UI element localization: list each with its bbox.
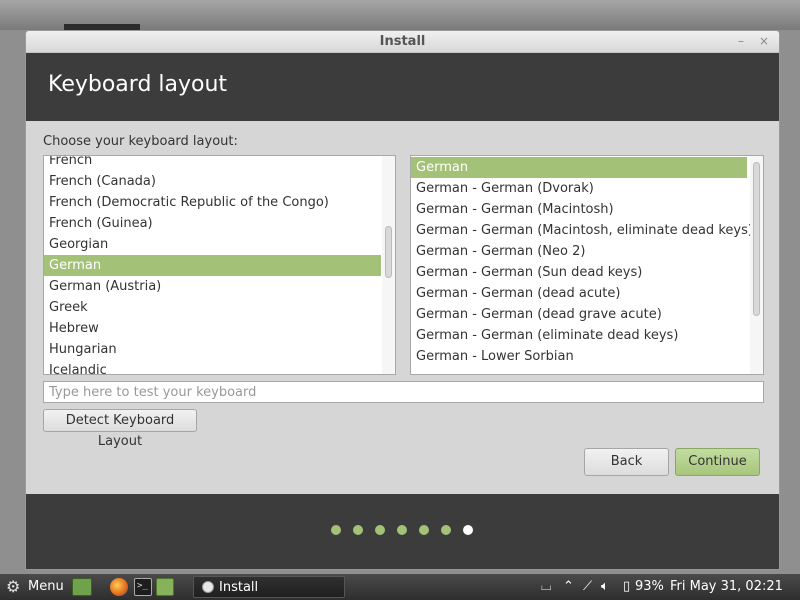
layout-list: French French (Canada) French (Democratic …	[43, 155, 396, 375]
list-item[interactable]: German - German (Macintosh, eliminate de…	[411, 220, 753, 241]
list-item[interactable]: French (Democratic Republic of the Congo…	[44, 192, 381, 213]
list-item[interactable]: German - German (Neo 2)	[411, 241, 747, 262]
list-item[interactable]: German	[44, 255, 381, 276]
list-item[interactable]: German - Lower Sorbian	[411, 346, 747, 367]
variant-list-scroll-thumb[interactable]	[753, 162, 760, 316]
progress-dot	[353, 525, 363, 535]
variant-list-items: German German - German (Dvorak) German - G…	[411, 157, 753, 367]
list-item[interactable]: Hebrew	[44, 318, 381, 339]
battery-percent: 93%	[635, 579, 664, 594]
install-window: Install – × Keyboard layout Choose your …	[25, 30, 780, 570]
list-item[interactable]: Icelandic	[44, 360, 381, 374]
desktop-background	[0, 0, 800, 30]
clock[interactable]: Fri May 31, 02:21	[670, 578, 783, 596]
minimize-icon[interactable]: –	[734, 34, 748, 48]
continue-button[interactable]: Continue	[675, 448, 760, 476]
detect-layout-button[interactable]: Detect Keyboard Layout	[43, 409, 197, 449]
taskbar-task-label: Install	[219, 580, 259, 595]
list-item[interactable]: French (Canada)	[44, 171, 381, 192]
menu-button[interactable]: Menu	[28, 579, 64, 594]
list-item[interactable]: German - German (Macintosh)	[411, 199, 747, 220]
variant-list-scrollbar[interactable]	[750, 156, 763, 374]
keyboard-icon[interactable]: ⌴	[541, 578, 551, 596]
list-item[interactable]: German - German (Sun dead keys)	[411, 262, 747, 283]
chevron-up-icon[interactable]: ⌃	[563, 578, 574, 596]
list-item[interactable]: German	[411, 157, 747, 178]
page-title: Keyboard layout	[48, 72, 228, 97]
progress-dot	[463, 525, 473, 535]
taskbar-task-install[interactable]: Install	[193, 576, 345, 598]
list-item[interactable]: Georgian	[44, 234, 381, 255]
layout-list-scrollbar[interactable]	[382, 156, 395, 374]
list-item[interactable]: French (Guinea)	[44, 213, 381, 234]
layout-list-scroll-thumb[interactable]	[385, 226, 392, 278]
variant-list: German German - German (Dvorak) German - G…	[410, 155, 764, 375]
firefox-icon[interactable]	[110, 578, 128, 596]
close-icon[interactable]: ×	[757, 34, 771, 48]
list-item[interactable]: German - German (Dvorak)	[411, 178, 747, 199]
progress-dot	[375, 525, 385, 535]
list-item[interactable]: German - German (eliminate dead keys)	[411, 325, 747, 346]
page-header: Keyboard layout	[26, 53, 779, 121]
battery-icon[interactable]: ▯	[623, 578, 630, 596]
progress-dot	[441, 525, 451, 535]
volume-icon[interactable]: 🔈︎	[601, 578, 609, 596]
disc-icon	[202, 581, 214, 593]
progress-dot	[397, 525, 407, 535]
gear-icon[interactable]: ⚙	[6, 578, 24, 596]
list-item[interactable]: German - German (dead acute)	[411, 283, 747, 304]
keyboard-test-input[interactable]	[43, 381, 764, 403]
window-titlebar[interactable]: Install – ×	[26, 31, 779, 53]
progress-dot	[331, 525, 341, 535]
list-item[interactable]: German (Austria)	[44, 276, 381, 297]
taskbar: ⚙ Menu >_ Install ⌴ ⌃ ⟋ 🔈︎ ▯ 93% Fri May…	[0, 574, 800, 600]
list-item[interactable]: French	[44, 156, 381, 171]
progress-dot	[419, 525, 429, 535]
list-item[interactable]: German - German (dead grave acute)	[411, 304, 747, 325]
folder-icon[interactable]	[156, 578, 174, 596]
back-button[interactable]: Back	[584, 448, 669, 476]
progress-footer	[26, 494, 779, 569]
network-icon[interactable]: ⟋	[583, 578, 592, 596]
layout-list-items: French French (Canada) French (Democratic …	[44, 156, 381, 374]
layout-prompt: Choose your keyboard layout:	[43, 134, 238, 149]
list-item[interactable]: Hungarian	[44, 339, 381, 360]
show-desktop-icon[interactable]	[72, 578, 92, 596]
terminal-icon[interactable]: >_	[134, 578, 152, 596]
window-title: Install	[379, 34, 426, 49]
list-item[interactable]: Greek	[44, 297, 381, 318]
